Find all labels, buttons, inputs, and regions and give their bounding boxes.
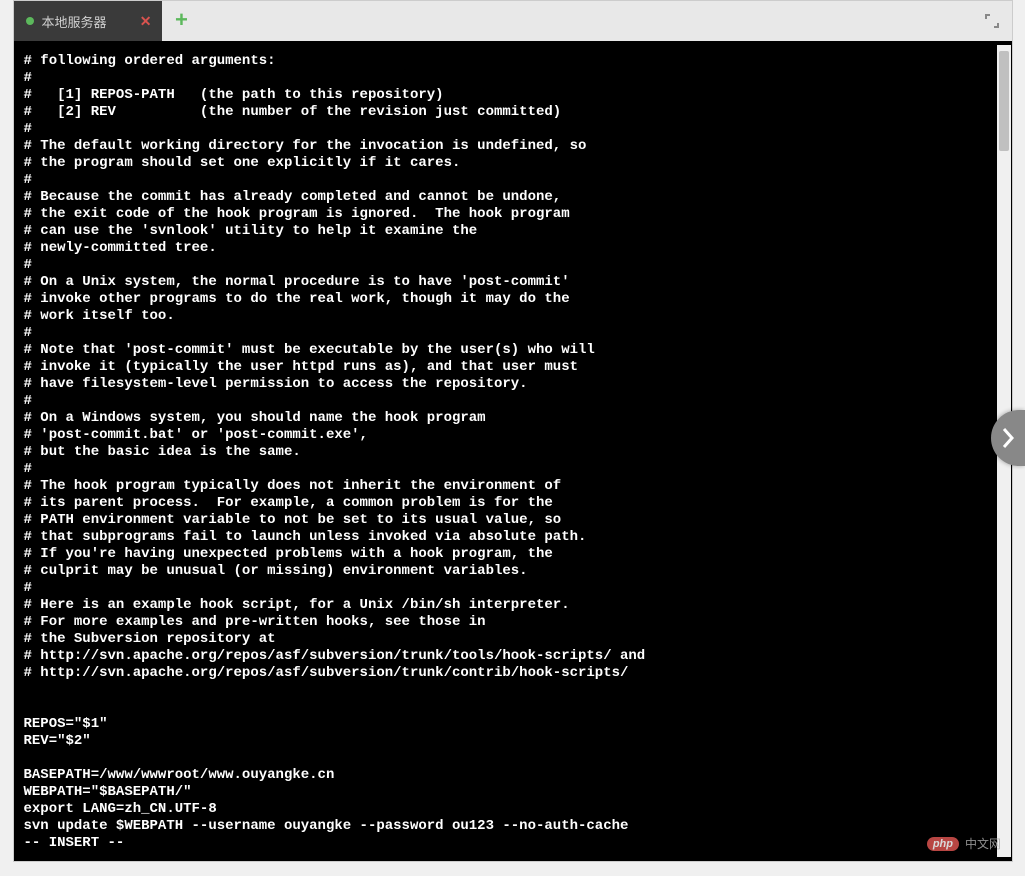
plus-icon: + [175,9,188,34]
watermark-badge: php [927,837,959,851]
scrollbar-thumb[interactable] [999,51,1009,151]
watermark-text: 中文网 [965,835,1001,852]
add-tab-button[interactable]: + [162,1,202,41]
fullscreen-icon[interactable] [984,13,1000,29]
tab-local-server[interactable]: 本地服务器 ✕ [14,1,162,41]
chevron-right-icon [1001,427,1015,449]
status-dot-icon [26,17,34,25]
terminal-text: # following ordered arguments: # # [1] R… [24,53,646,834]
terminal-window: 本地服务器 ✕ + # following ordered arguments:… [13,0,1013,862]
watermark: php 中文网 [927,835,1001,852]
close-icon[interactable]: ✕ [140,13,152,30]
tab-bar: 本地服务器 ✕ + [14,1,1012,41]
tab-title: 本地服务器 [42,12,107,31]
terminal-content[interactable]: # following ordered arguments: # # [1] R… [14,41,1012,861]
vim-mode-line: -- INSERT -- [24,835,125,851]
